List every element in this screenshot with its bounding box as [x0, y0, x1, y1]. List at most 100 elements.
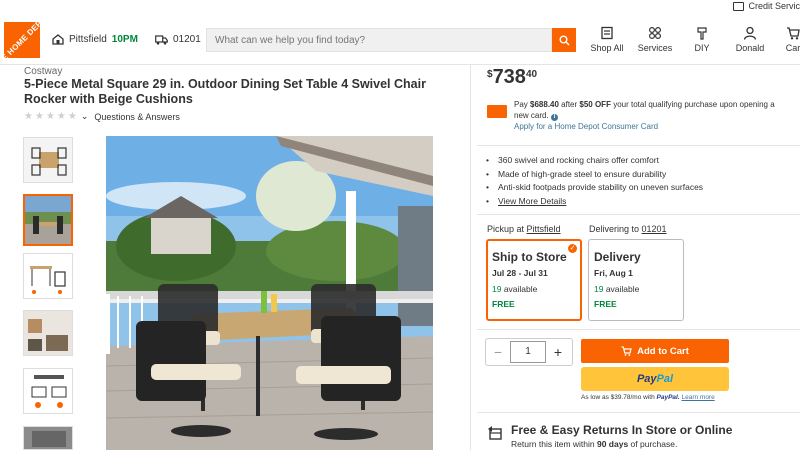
user-icon: [743, 26, 757, 40]
thumbnail-image: [24, 311, 72, 355]
returns-icon: [488, 426, 502, 440]
available-text: available: [501, 284, 538, 294]
promo-text: Pay: [514, 100, 531, 109]
promo-discount: $50 OFF: [579, 100, 611, 109]
search-input[interactable]: [213, 33, 545, 47]
option-availability: 19 available: [492, 284, 577, 294]
promo-amount: $688.40: [530, 100, 559, 109]
nav-label: Services: [637, 43, 673, 53]
nav-label: Donald: [735, 43, 765, 53]
star-icon: ★: [67, 111, 77, 122]
paypal-learn-more-link[interactable]: Learn more: [681, 394, 714, 401]
delivery-zip-link[interactable]: 01201: [642, 224, 667, 234]
increment-button[interactable]: +: [546, 344, 570, 360]
price: $ 738 40: [487, 66, 537, 89]
thumbnail[interactable]: [23, 137, 73, 183]
paypal-button[interactable]: Pay Pal: [581, 367, 729, 391]
option-availability: 19 available: [594, 284, 679, 294]
quantity-stepper: − 1 +: [485, 338, 573, 366]
nav-label: DIY: [694, 43, 710, 53]
nav-shop-all[interactable]: Shop All: [590, 26, 624, 54]
delivery-label: Delivering to 01201: [589, 224, 667, 234]
pickup-label-text: Pickup at: [487, 224, 527, 234]
option-price: FREE: [594, 299, 617, 309]
nav-services[interactable]: Services: [637, 26, 673, 54]
star-icon: ★: [34, 111, 44, 122]
store-icon: [52, 34, 64, 45]
paypal-logo-part: Pal: [656, 373, 674, 385]
search-bar: [206, 28, 552, 52]
option-price: FREE: [492, 299, 515, 309]
questions-answers-link[interactable]: Questions & Answers: [94, 112, 180, 122]
diy-icon: [697, 27, 707, 40]
add-to-cart-button[interactable]: Add to Cart: [581, 339, 729, 363]
nav-diy[interactable]: DIY: [690, 26, 714, 54]
delivery-label-text: Delivering to: [589, 224, 642, 234]
quantity-input[interactable]: 1: [510, 341, 546, 363]
highlight-item: 360 swivel and rocking chairs offer comf…: [486, 154, 703, 168]
chevron-down-icon[interactable]: ⌄: [81, 111, 89, 122]
thumbnail-image: [24, 138, 72, 182]
thumbnail[interactable]: [23, 368, 73, 414]
credit-card-icon: [733, 1, 745, 11]
store-selector[interactable]: Pittsfield 10PM: [52, 34, 138, 45]
paypal-logo-part: Pay: [636, 373, 657, 385]
product-photo: [106, 136, 433, 450]
option-title: Ship to Store: [492, 250, 567, 264]
ship-to-store-option[interactable]: ✓ Ship to Store Jul 28 - Jul 31 19 avail…: [486, 239, 582, 321]
highlight-item: Made of high-grade steel to ensure durab…: [486, 168, 703, 182]
divider: [477, 214, 800, 215]
highlight-item: Anti-skid footpads provide stability on …: [486, 181, 703, 195]
option-dates: Jul 28 - Jul 31: [492, 268, 548, 278]
paypal-financing-note: As low as $39.78/mo with PayPal. Learn m…: [581, 394, 715, 401]
option-title: Delivery: [594, 250, 641, 264]
header-divider: [0, 64, 800, 65]
product-title: 5-Piece Metal Square 29 in. Outdoor Dini…: [24, 77, 426, 106]
store-hours: 10PM: [111, 34, 138, 45]
promo-text: after: [558, 100, 580, 109]
product-highlights: 360 swivel and rocking chairs offer comf…: [486, 154, 703, 208]
returns-text: Return this item within: [511, 439, 597, 449]
check-icon: ✓: [568, 244, 577, 253]
thumbnail-image: [24, 254, 72, 298]
returns-subtitle: Return this item within 90 days of purch…: [511, 439, 677, 449]
option-dates: Fri, Aug 1: [594, 268, 633, 278]
available-text: available: [603, 284, 640, 294]
returns-days: 90 days: [596, 439, 629, 449]
product-brand[interactable]: Costway: [24, 66, 62, 77]
home-depot-logo[interactable]: THE HOME DEPOT: [0, 10, 52, 70]
add-to-cart-label: Add to Cart: [637, 345, 689, 357]
thumbnail-image: [24, 427, 72, 449]
thumbnail[interactable]: [23, 253, 73, 299]
thumbnail[interactable]: [23, 310, 73, 356]
nav-label: Shop All: [590, 43, 624, 53]
thumbnail[interactable]: [23, 426, 73, 450]
divider: [477, 329, 800, 330]
search-button[interactable]: [552, 28, 576, 52]
thumbnail-selected[interactable]: [23, 194, 73, 246]
pickup-store-link[interactable]: Pittsfield: [527, 224, 561, 234]
credit-card-promo: Pay $688.40 after $50 OFF your total qua…: [487, 99, 787, 132]
apply-card-link[interactable]: Apply for a Home Depot Consumer Card: [514, 122, 658, 131]
decrement-button[interactable]: −: [486, 344, 510, 360]
view-more-details-link[interactable]: View More Details: [498, 196, 566, 206]
shop-all-icon: [601, 26, 613, 40]
info-icon[interactable]: i: [550, 114, 558, 121]
thumbnail-image: [25, 196, 71, 244]
view-more-item: View More Details: [486, 195, 703, 209]
credit-services-link[interactable]: Credit Servic: [733, 0, 800, 12]
credit-services-label: Credit Servic: [748, 1, 800, 11]
credit-card-image: [487, 105, 507, 118]
cart-icon: [787, 27, 800, 40]
nav-account[interactable]: Donald: [733, 26, 767, 54]
delivery-zip-selector[interactable]: 01201: [155, 34, 201, 45]
price-dollars: 738: [492, 66, 526, 88]
thumbnail-image: [24, 369, 72, 413]
star-icon: ★: [45, 111, 55, 122]
delivery-option[interactable]: Delivery Fri, Aug 1 19 available FREE: [588, 239, 684, 321]
nav-cart[interactable]: Car: [782, 26, 800, 54]
main-product-image[interactable]: [106, 136, 433, 450]
returns-text: of purchase.: [628, 439, 678, 449]
services-icon: [648, 26, 662, 40]
star-icon: ★: [24, 111, 33, 122]
